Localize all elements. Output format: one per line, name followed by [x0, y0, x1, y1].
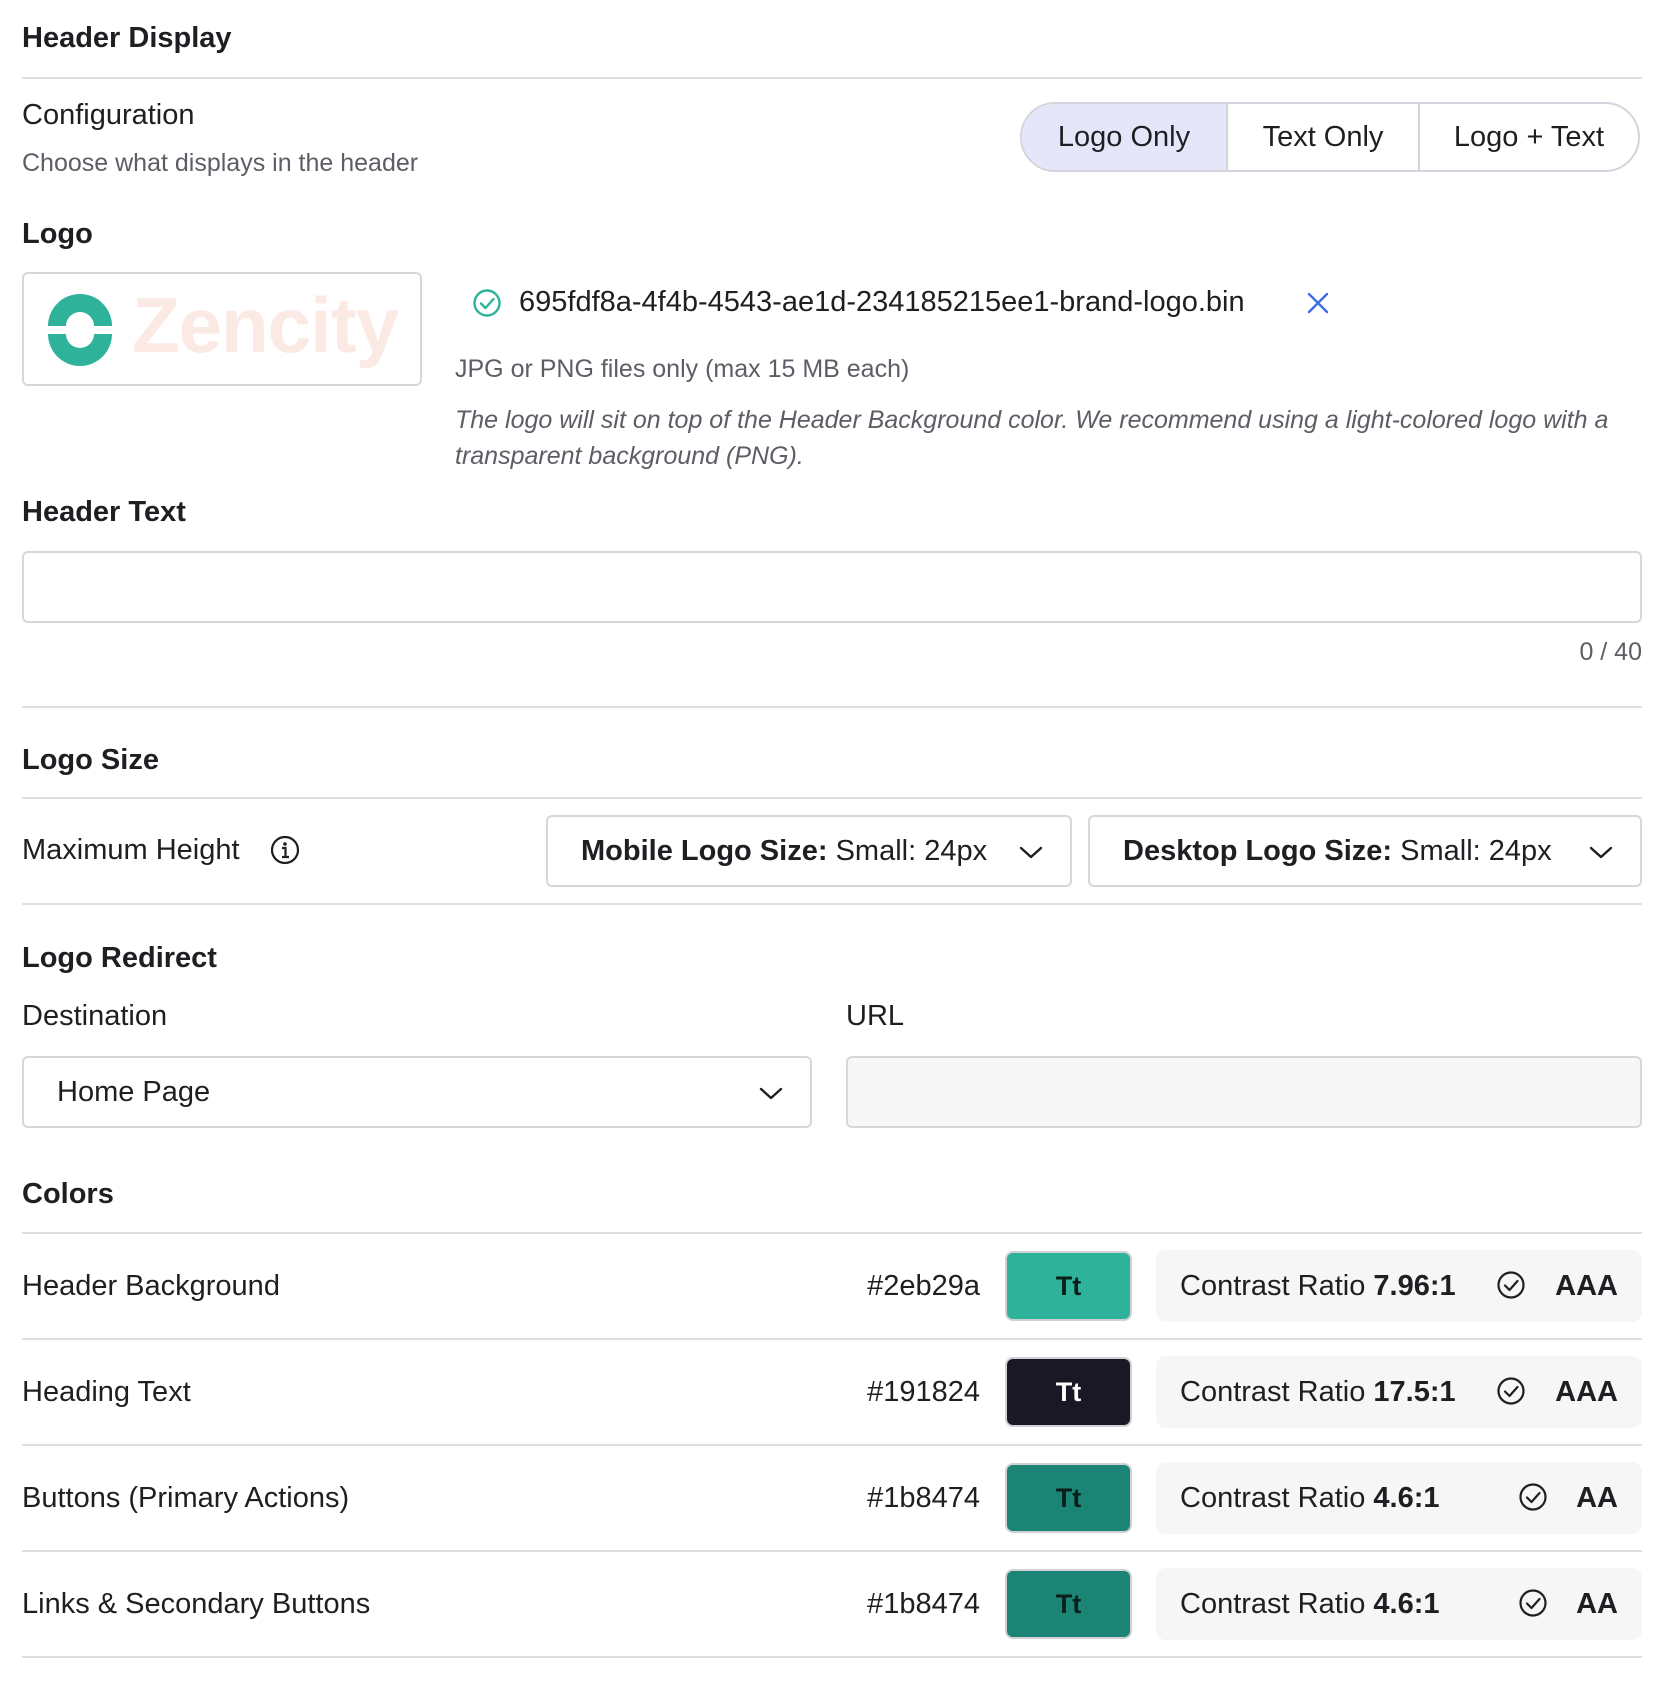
desktop-logo-size-select[interactable]: Desktop Logo Size: Small: 24px — [1088, 815, 1642, 887]
contrast-ratio-badge: Contrast Ratio 4.6:1 AA — [1156, 1568, 1642, 1640]
section-title-logo-redirect: Logo Redirect — [22, 942, 217, 974]
header-text-input[interactable] — [22, 551, 1642, 623]
color-swatch[interactable]: Tt — [1005, 1251, 1132, 1321]
header-display-settings: Header Display Configuration Choose what… — [0, 0, 1654, 1690]
check-circle-icon — [1497, 1271, 1525, 1299]
mobile-logo-size-value: Small: 24px — [835, 834, 988, 867]
info-icon[interactable] — [269, 834, 301, 866]
color-row-label: Buttons (Primary Actions) — [22, 1482, 350, 1514]
color-row-label: Links & Secondary Buttons — [22, 1588, 371, 1620]
contrast-ratio-value: 7.96:1 — [1373, 1269, 1456, 1302]
divider — [22, 1338, 1642, 1340]
configuration-segmented-control: Logo Only Text Only Logo + Text — [1020, 102, 1640, 172]
section-title-header-text: Header Text — [22, 496, 186, 528]
contrast-prefix: Contrast Ratio — [1180, 1375, 1366, 1408]
wcag-grade: AA — [1576, 1587, 1618, 1620]
configuration-label: Configuration — [22, 99, 195, 131]
segment-logo-only[interactable]: Logo Only — [1022, 104, 1226, 170]
color-hex-value[interactable]: #2eb29a — [820, 1270, 980, 1303]
divider — [22, 706, 1642, 708]
section-title-logo: Logo — [22, 218, 93, 250]
check-circle-icon — [1519, 1589, 1547, 1617]
divider — [22, 1444, 1642, 1446]
contrast-ratio-badge: Contrast Ratio 4.6:1 AA — [1156, 1462, 1642, 1534]
logo-background-note: The logo will sit on top of the Header B… — [455, 406, 1609, 470]
chevron-down-icon — [759, 1087, 783, 1100]
contrast-ratio-value: 4.6:1 — [1373, 1587, 1440, 1620]
contrast-prefix: Contrast Ratio — [1180, 1481, 1366, 1514]
divider — [22, 77, 1642, 79]
contrast-prefix: Contrast Ratio — [1180, 1269, 1366, 1302]
logo-mark-icon — [48, 294, 112, 366]
mobile-logo-size-select[interactable]: Mobile Logo Size: Small: 24px — [546, 815, 1072, 887]
color-hex-value[interactable]: #1b8474 — [820, 1482, 980, 1515]
chevron-down-icon — [1019, 846, 1043, 859]
uploaded-file-name: 695fdf8a-4f4b-4543-ae1d-234185215ee1-bra… — [519, 286, 1245, 318]
color-hex-value[interactable]: #1b8474 — [820, 1588, 980, 1621]
color-swatch[interactable]: Tt — [1005, 1569, 1132, 1639]
color-hex-value[interactable]: #191824 — [820, 1376, 980, 1409]
divider — [22, 1232, 1642, 1234]
wcag-grade: AAA — [1555, 1269, 1618, 1302]
file-type-hint: JPG or PNG files only (max 15 MB each) — [455, 355, 910, 383]
color-swatch[interactable]: Tt — [1005, 1463, 1132, 1533]
segment-text-only[interactable]: Text Only — [1226, 104, 1418, 170]
configuration-description: Choose what displays in the header — [22, 149, 419, 177]
url-input[interactable] — [846, 1056, 1642, 1128]
section-title-colors: Colors — [22, 1178, 114, 1210]
destination-select[interactable]: Home Page — [22, 1056, 812, 1128]
url-label: URL — [846, 1000, 905, 1032]
upload-success-icon — [473, 289, 501, 317]
segment-logo-text[interactable]: Logo + Text — [1418, 104, 1638, 170]
color-swatch[interactable]: Tt — [1005, 1357, 1132, 1427]
divider — [22, 797, 1642, 799]
character-counter: 0 / 40 — [1579, 638, 1642, 666]
color-row-label: Header Background — [22, 1270, 280, 1302]
contrast-prefix: Contrast Ratio — [1180, 1587, 1366, 1620]
maximum-height-label: Maximum Height — [22, 834, 240, 866]
contrast-ratio-badge: Contrast Ratio 7.96:1 AAA — [1156, 1250, 1642, 1322]
contrast-ratio-value: 4.6:1 — [1373, 1481, 1440, 1514]
divider — [22, 1656, 1642, 1658]
destination-value: Home Page — [57, 1075, 211, 1108]
wcag-grade: AAA — [1555, 1375, 1618, 1408]
check-circle-icon — [1497, 1377, 1525, 1405]
section-title-logo-size: Logo Size — [22, 744, 159, 776]
logo-preview[interactable]: Zencity — [22, 272, 422, 386]
desktop-logo-size-label: Desktop Logo Size: — [1123, 834, 1393, 867]
remove-file-icon[interactable] — [1305, 290, 1331, 316]
contrast-ratio-value: 17.5:1 — [1373, 1375, 1456, 1408]
contrast-ratio-badge: Contrast Ratio 17.5:1 AAA — [1156, 1356, 1642, 1428]
mobile-logo-size-label: Mobile Logo Size: — [581, 834, 828, 867]
chevron-down-icon — [1589, 846, 1613, 859]
wcag-grade: AA — [1576, 1481, 1618, 1514]
desktop-logo-size-value: Small: 24px — [1400, 834, 1552, 867]
divider — [22, 903, 1642, 905]
section-title-header-display: Header Display — [22, 22, 232, 54]
check-circle-icon — [1519, 1483, 1547, 1511]
logo-preview-wordmark: Zencity — [132, 281, 399, 369]
color-row-label: Heading Text — [22, 1376, 191, 1408]
divider — [22, 1550, 1642, 1552]
destination-label: Destination — [22, 1000, 168, 1032]
